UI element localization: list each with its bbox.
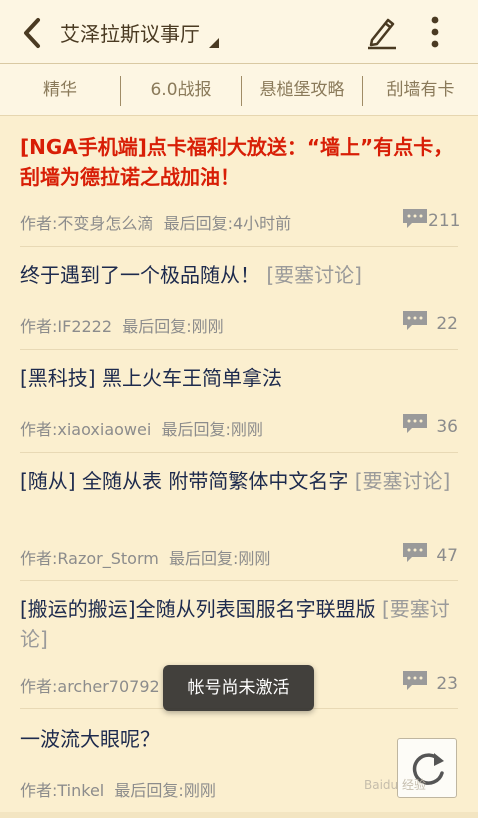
toast-message: 帐号尚未激活 [163,665,314,711]
back-button[interactable] [18,16,48,50]
forum-app: 艾泽拉斯议事厅 精华 6.0战报 悬槌堡攻略 刮墙有卡 [NGA手机端]点卡福利… [0,0,478,818]
tab-raid-guide[interactable]: 悬槌堡攻略 [242,64,362,116]
more-vertical-icon [431,16,439,48]
post-author: 作者:不变身怎么滴 [20,214,154,233]
post-title: 终于遇到了一个极品随从！ [要塞讨论] [20,260,458,290]
comment-icon [403,543,427,562]
post-meta: 作者:不变身怎么滴 最后回复:4小时前 [20,210,291,234]
post-author: 作者:Tinkel [20,781,105,800]
post-item[interactable]: [随从] 全随从表 附带简繁体中文名字 [要塞讨论] 作者:Razor_Stor… [20,453,458,581]
post-title: [NGA手机端]点卡福利大放送：“墙上”有点卡，刮墙为德拉诺之战加油！ [20,132,458,192]
post-tag: [要塞讨论] [266,263,362,287]
post-author: 作者:xiaoxiaowei [20,420,152,439]
more-options-button[interactable] [426,14,444,50]
post-last-reply: 最后回复:刚刚 [114,781,216,800]
tab-battle-report[interactable]: 6.0战报 [121,64,241,116]
tab-highlights[interactable]: 精华 [0,64,120,116]
post-item[interactable]: 一波流大眼呢？ 作者:Tinkel 最后回复:刚刚 [20,709,458,815]
reply-count: 36 [436,417,458,437]
dropdown-caret-icon[interactable] [209,38,219,48]
post-title-text: [黑科技] 黑上火车王简单拿法 [20,366,282,390]
watermark: Baidu 经验 [364,778,426,792]
new-post-button[interactable] [366,14,398,50]
post-author: 作者:IF2222 [20,317,113,336]
post-author: 作者:Razor_Storm [20,549,159,568]
post-title: [黑科技] 黑上火车王简单拿法 [20,363,458,393]
comment-icon [403,311,427,330]
subforum-tabs: 精华 6.0战报 悬槌堡攻略 刮墙有卡 [0,64,478,116]
post-last-reply: 最后回复:4小时前 [163,214,292,233]
post-meta: 作者:Tinkel 最后回复:刚刚 [20,777,216,801]
post-last-reply: 最后回复:刚刚 [161,420,263,439]
comment-icon [403,414,427,433]
post-title-text: 一波流大眼呢？ [20,727,160,751]
post-title: 一波流大眼呢？ [20,724,458,754]
post-tag: [要塞讨论] [354,469,451,493]
post-title-text: 终于遇到了一个极品随从！ [20,263,260,287]
post-title: [搬运的搬运]全随从列表国服名字联盟版 [要塞讨论] [20,594,458,654]
reply-count: 211 [428,211,461,231]
post-last-reply: 最后回复:刚刚 [169,549,271,568]
pencil-icon [368,18,396,50]
post-meta: 作者:archer70792 [20,673,170,697]
reply-count: 47 [436,546,458,566]
post-title-text: [NGA手机端]点卡福利大放送：“墙上”有点卡，刮墙为德拉诺之战加油！ [20,135,454,189]
reply-count: 22 [436,314,458,334]
chevron-left-icon [24,18,40,48]
post-title: [随从] 全随从表 附带简繁体中文名字 [要塞讨论] [20,466,458,496]
post-title-text: [搬运的搬运]全随从列表国服名字联盟版 [20,597,376,621]
post-author: 作者:archer70792 [20,677,160,696]
post-item[interactable]: 终于遇到了一个极品随从！ [要塞讨论] 作者:IF2222 最后回复:刚刚 22 [20,247,458,350]
post-title-text: [随从] 全随从表 附带简繁体中文名字 [20,469,349,493]
bottom-strip [0,812,478,818]
reply-count: 23 [436,674,458,694]
top-bar: 艾泽拉斯议事厅 [0,0,478,64]
post-meta: 作者:xiaoxiaowei 最后回复:刚刚 [20,416,263,440]
post-last-reply: 最后回复:刚刚 [122,317,224,336]
post-meta: 作者:IF2222 最后回复:刚刚 [20,313,224,337]
post-item[interactable]: [NGA手机端]点卡福利大放送：“墙上”有点卡，刮墙为德拉诺之战加油！ 作者:不… [20,117,461,247]
comment-icon [403,209,427,228]
tab-scratch-card[interactable]: 刮墙有卡 [363,64,478,116]
post-meta: 作者:Razor_Storm 最后回复:刚刚 [20,545,270,569]
post-item[interactable]: [黑科技] 黑上火车王简单拿法 作者:xiaoxiaowei 最后回复:刚刚 3… [20,350,458,453]
comment-icon [403,671,427,690]
forum-title[interactable]: 艾泽拉斯议事厅 [60,18,200,47]
